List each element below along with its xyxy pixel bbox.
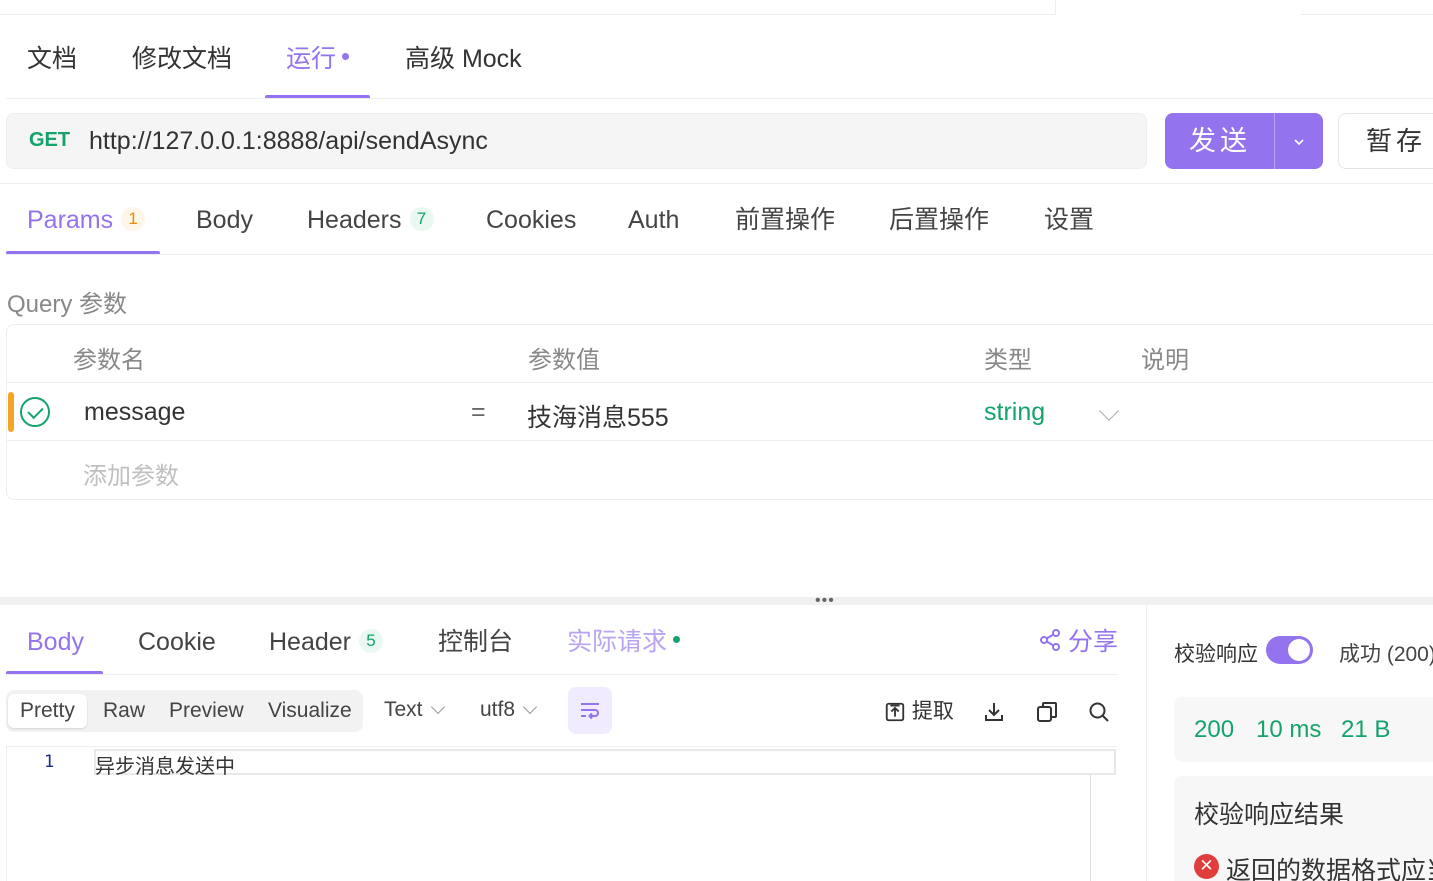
download-icon	[985, 703, 1003, 722]
tab-auth[interactable]: Auth	[628, 200, 679, 240]
row-marker	[8, 392, 14, 432]
column-header-type: 类型	[984, 347, 1032, 374]
search-icon	[1089, 702, 1109, 723]
status-code: 200	[1194, 716, 1235, 743]
tab-cookies[interactable]: Cookies	[486, 200, 576, 240]
param-type-select[interactable]: string	[984, 398, 1045, 427]
tab-settings[interactable]: 设置	[1044, 200, 1094, 240]
tab-headers[interactable]: Headers 7	[307, 200, 434, 240]
validation-status: 成功 (200)	[1339, 643, 1433, 666]
share-button[interactable]: 分享	[1038, 622, 1118, 662]
panel-splitter[interactable]	[0, 597, 1433, 605]
chevron-down-icon	[430, 699, 445, 715]
tab-headers-label: Headers	[307, 206, 402, 234]
check-circle-icon[interactable]	[20, 397, 50, 427]
add-param-input[interactable]: 添加参数	[83, 456, 179, 491]
chevron-down-icon	[522, 699, 538, 715]
top-strip	[0, 0, 1056, 15]
view-pretty[interactable]: Pretty	[8, 694, 87, 728]
tab-run-label: 运行	[286, 45, 337, 73]
view-mode-switch: Pretty Raw Preview Visualize	[6, 690, 363, 732]
line-number: 1	[44, 752, 55, 772]
format-select[interactable]: Text	[384, 698, 445, 722]
tab-docs[interactable]: 文档	[27, 36, 77, 82]
validate-response-toggle[interactable]	[1266, 636, 1313, 664]
header-count-badge: 5	[359, 629, 383, 654]
error-icon: ✕	[1194, 854, 1219, 879]
copy-icon	[1037, 702, 1057, 723]
send-button-label: 发送	[1189, 126, 1251, 156]
top-strip-right	[1300, 0, 1433, 15]
headers-count-badge: 7	[409, 207, 434, 232]
view-raw[interactable]: Raw	[90, 694, 158, 728]
method-selector[interactable]: GET	[29, 129, 70, 152]
params-table	[6, 324, 1433, 500]
extract-button[interactable]: 提取	[884, 697, 954, 727]
column-header-value: 参数值	[528, 347, 600, 374]
validation-error-text: 返回的数据格式应当	[1226, 857, 1433, 881]
send-button[interactable]: 发送	[1165, 113, 1323, 169]
tab-body[interactable]: Body	[196, 200, 253, 240]
upload-icon	[885, 703, 905, 722]
code-line: 异步消息发送中	[95, 754, 235, 778]
divider	[6, 254, 1433, 255]
response-tab-header[interactable]: Header 5	[269, 622, 383, 662]
extract-label: 提取	[911, 700, 954, 723]
copy-button[interactable]	[1035, 697, 1059, 727]
send-options-button[interactable]	[1275, 113, 1323, 169]
params-count-badge: 1	[121, 207, 146, 232]
active-line-highlight	[94, 749, 1116, 775]
tab-post-actions[interactable]: 后置操作	[889, 200, 989, 240]
encoding-select[interactable]: utf8	[480, 698, 538, 722]
share-icon	[1040, 629, 1060, 652]
divider	[6, 674, 1118, 675]
tab-run[interactable]: 运行	[286, 36, 350, 82]
wrap-icon	[581, 703, 599, 720]
validate-response-label: 校验响应	[1174, 643, 1258, 666]
url-bar: GET	[6, 113, 1147, 169]
view-visualize[interactable]: Visualize	[255, 694, 365, 728]
editor-scrollbar[interactable]	[1090, 775, 1091, 881]
param-value-field[interactable]: 技海消息555	[527, 398, 669, 434]
tab-edit-docs[interactable]: 修改文档	[132, 36, 232, 82]
tab-pre-actions[interactable]: 前置操作	[735, 200, 835, 240]
divider	[0, 183, 1433, 184]
query-section-title: Query 参数	[7, 291, 128, 318]
unsaved-dot	[342, 52, 350, 60]
tab-params[interactable]: Params 1	[27, 200, 146, 240]
response-tab-cookie[interactable]: Cookie	[138, 622, 216, 662]
tab-advanced-mock[interactable]: 高级 Mock	[405, 36, 522, 82]
view-preview[interactable]: Preview	[156, 694, 257, 728]
response-time: 10 ms	[1256, 716, 1322, 743]
column-header-description: 说明	[1141, 347, 1189, 374]
search-button[interactable]	[1087, 697, 1111, 727]
chevron-down-icon	[1294, 139, 1304, 146]
drag-handle-icon[interactable]: •••	[815, 593, 835, 609]
word-wrap-button[interactable]	[568, 687, 612, 734]
equals-sign: =	[471, 398, 486, 426]
param-name-field[interactable]: message	[84, 398, 185, 427]
status-dot	[673, 635, 681, 643]
save-draft-button[interactable]: 暂存	[1338, 113, 1433, 169]
share-label: 分享	[1068, 628, 1119, 656]
response-tab-actual-request[interactable]: 实际请求	[567, 622, 681, 662]
divider	[6, 98, 1433, 99]
url-input[interactable]	[89, 123, 1089, 159]
response-tab-console[interactable]: 控制台	[438, 622, 513, 662]
tab-params-label: Params	[27, 206, 114, 234]
format-label: Text	[384, 698, 423, 721]
download-button[interactable]	[982, 697, 1006, 727]
response-size: 21 B	[1341, 716, 1391, 743]
column-header-name: 参数名	[73, 347, 145, 374]
validation-result-title: 校验响应结果	[1194, 801, 1345, 829]
response-tab-body[interactable]: Body	[27, 622, 84, 662]
encoding-label: utf8	[480, 698, 516, 721]
row-divider	[7, 440, 1433, 441]
response-tab-header-label: Header	[269, 628, 351, 656]
panel-divider	[1146, 605, 1147, 881]
response-tab-actual-request-label: 实际请求	[567, 628, 668, 656]
row-divider	[7, 382, 1433, 383]
